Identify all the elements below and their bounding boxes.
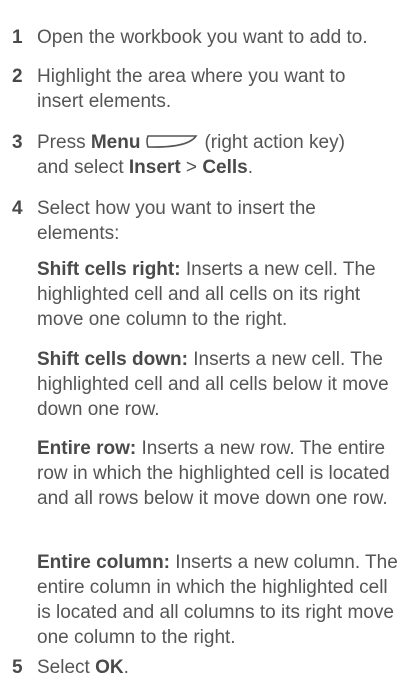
- step-number: 5: [12, 657, 23, 678]
- step-text: Select how you want to insert the elemen…: [37, 198, 316, 244]
- ok-term: OK: [95, 657, 124, 678]
- instructions-page: 1 Open the workbook you want to add to. …: [0, 0, 414, 692]
- step-text: Press Menu (right action key) and select …: [37, 130, 408, 180]
- step-text: Open the workbook you want to add to.: [37, 27, 368, 48]
- step-number: 3: [12, 132, 23, 153]
- separator: >: [180, 157, 203, 178]
- period: .: [123, 657, 129, 678]
- option-label: Shift cells right:: [37, 259, 181, 280]
- step-number: 2: [12, 66, 23, 87]
- step-text: Highlight the area where you want to ins…: [37, 66, 346, 112]
- menu-term: Menu: [90, 132, 141, 153]
- step-text-part: and select: [37, 157, 129, 178]
- insert-term: Insert: [128, 157, 181, 178]
- option-label: Entire row:: [37, 438, 137, 459]
- cells-term: Cells: [202, 157, 248, 178]
- menu-key-icon: [146, 131, 198, 148]
- key-hint: (right action key): [204, 132, 345, 153]
- option-text: Entire column: Inserts a new column. The…: [37, 550, 400, 650]
- period: .: [247, 157, 254, 178]
- option-label: Entire column:: [37, 552, 171, 573]
- option-text: Entire row: Inserts a new row. The entir…: [37, 436, 400, 511]
- step-text-part: Select: [37, 657, 96, 678]
- step-text: Select OK.: [37, 655, 408, 680]
- option-text: Shift cells down: Inserts a new cell. Th…: [37, 347, 400, 422]
- step-number: 1: [12, 27, 23, 48]
- step-text-part: Press: [37, 132, 91, 153]
- step-number: 4: [12, 198, 23, 219]
- option-text: Shift cells right: Inserts a new cell. T…: [37, 257, 408, 332]
- option-label: Shift cells down:: [37, 349, 188, 370]
